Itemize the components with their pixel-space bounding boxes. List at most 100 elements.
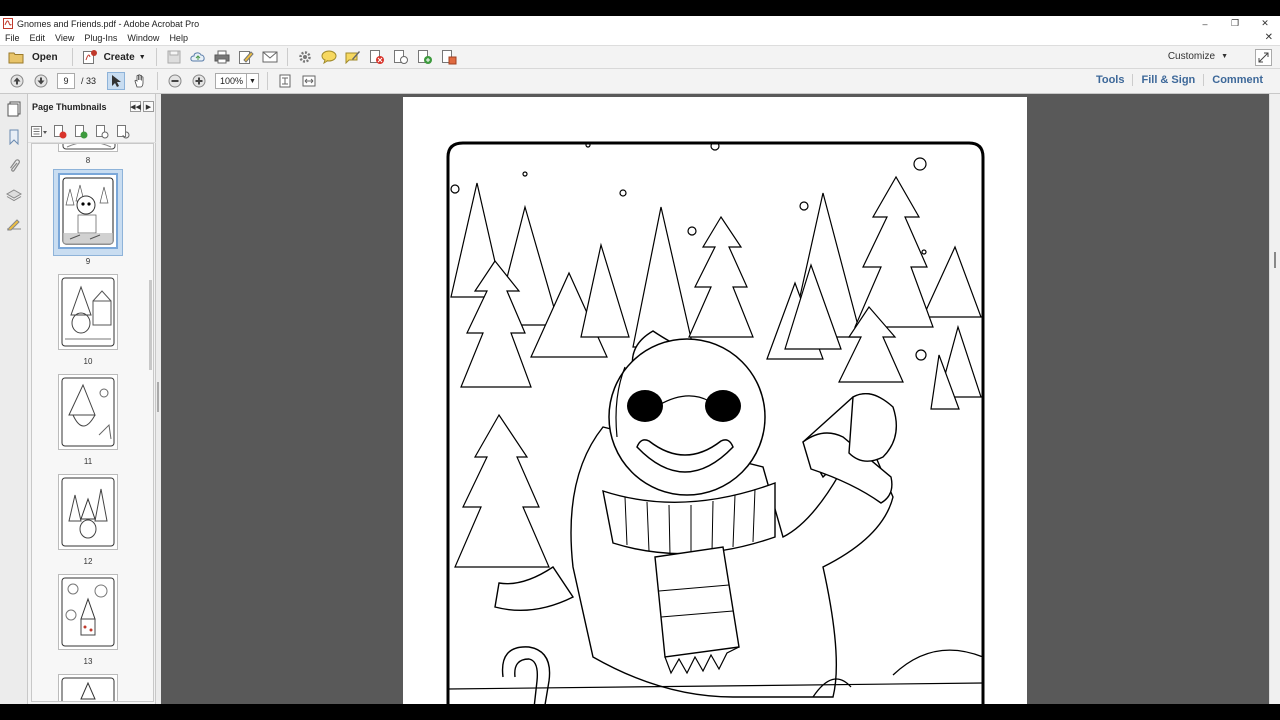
chevron-down-icon: ▼ xyxy=(138,53,146,61)
chevron-down-icon: ▼ xyxy=(1221,53,1228,60)
acrobat-pdf-icon xyxy=(3,18,13,29)
thumbnail-label: 8 xyxy=(85,156,91,165)
main-toolbar: Open Create ▼ Customize ▼ xyxy=(0,45,1280,69)
folder-icon xyxy=(8,52,24,64)
panel-header: Page Thumbnails ◀◀ ▶ xyxy=(28,94,156,120)
page-properties-icon[interactable] xyxy=(392,48,410,66)
thumbnail-label: 13 xyxy=(83,657,93,666)
thumbnail-label: 10 xyxy=(83,357,93,366)
panel-header-buttons: ◀◀ ▶ xyxy=(130,101,154,112)
customize-label: Customize xyxy=(1167,51,1216,62)
page-properties-icon[interactable] xyxy=(93,124,111,140)
pdf-page[interactable] xyxy=(403,97,1027,704)
menu-edit[interactable]: Edit xyxy=(30,33,46,43)
page-thumbnails-panel: Page Thumbnails ◀◀ ▶ 8 9 10 11 12 13 xyxy=(28,94,156,704)
zoom-out-icon[interactable] xyxy=(166,72,184,90)
toolbar-separator xyxy=(71,48,73,66)
delete-page-icon[interactable] xyxy=(368,48,386,66)
insert-page-icon[interactable] xyxy=(416,48,434,66)
toolbar-separator xyxy=(157,72,159,90)
full-screen-button[interactable] xyxy=(1255,49,1272,66)
document-scrollbar[interactable] xyxy=(1269,94,1280,704)
toolbar-separator xyxy=(155,48,157,66)
open-button[interactable]: Open xyxy=(4,46,62,68)
thumbnail-label: 11 xyxy=(83,457,93,466)
navigation-toolbar: 9 / 33 100% ▼ Tools Fill & Sign Comment xyxy=(0,69,1280,94)
layers-icon[interactable] xyxy=(5,186,23,204)
close-window-button[interactable]: ✕ xyxy=(1250,16,1280,31)
document-view xyxy=(161,94,1269,704)
window-title: Gnomes and Friends.pdf - Adobe Acrobat P… xyxy=(17,18,200,29)
save-icon[interactable] xyxy=(165,48,183,66)
thumbnail-page-12[interactable] xyxy=(58,474,118,550)
page-thumbnails-icon[interactable] xyxy=(5,100,23,118)
thumbnail-page-14[interactable] xyxy=(58,674,118,701)
collapse-panel-icon[interactable]: ◀◀ xyxy=(130,101,141,112)
thumbnail-label: 9 xyxy=(85,257,91,266)
fit-page-icon[interactable] xyxy=(276,72,294,90)
thumbnail-page-13[interactable] xyxy=(58,574,118,650)
insert-pages-icon[interactable] xyxy=(72,124,90,140)
window-controls: – ❐ ✕ xyxy=(1190,16,1280,31)
thumbnail-label: 12 xyxy=(83,557,93,566)
thumbnail-scrollbar[interactable] xyxy=(149,280,152,370)
customize-dropdown[interactable]: Customize ▼ xyxy=(1168,51,1228,62)
delete-pages-icon[interactable] xyxy=(51,124,69,140)
title-bar: Gnomes and Friends.pdf - Adobe Acrobat P… xyxy=(0,16,1280,31)
print-icon[interactable] xyxy=(213,48,231,66)
bookmarks-icon[interactable] xyxy=(5,128,23,146)
top-black-border xyxy=(0,0,1280,16)
create-label: Create xyxy=(103,51,135,63)
panel-title: Page Thumbnails xyxy=(32,102,107,112)
fit-width-icon[interactable] xyxy=(300,72,318,90)
tools-link[interactable]: Tools xyxy=(1088,74,1133,86)
minimize-button[interactable]: – xyxy=(1190,16,1220,31)
close-document-icon[interactable]: ✕ xyxy=(1265,32,1273,43)
expand-icon xyxy=(1258,52,1269,63)
fill-sign-link[interactable]: Fill & Sign xyxy=(1132,74,1203,86)
thumbnail-page-10[interactable] xyxy=(58,274,118,350)
previous-page-icon[interactable] xyxy=(8,72,26,90)
edit-document-icon[interactable] xyxy=(237,48,255,66)
email-icon[interactable] xyxy=(261,48,279,66)
menu-plugins[interactable]: Plug-Ins xyxy=(84,33,117,43)
select-tool-icon[interactable] xyxy=(107,72,126,90)
thumbnail-page-9[interactable] xyxy=(58,173,118,249)
menu-bar: File Edit View Plug-Ins Window Help ✕ xyxy=(0,31,1280,45)
settings-gear-icon[interactable] xyxy=(296,48,314,66)
panel-options-icon[interactable]: ▶ xyxy=(143,101,154,112)
restore-button[interactable]: ❐ xyxy=(1220,16,1250,31)
cloud-upload-icon[interactable] xyxy=(189,48,207,66)
thumbnail-page-11[interactable] xyxy=(58,374,118,450)
stamp-page-icon[interactable] xyxy=(440,48,458,66)
rotate-page-icon[interactable] xyxy=(114,124,132,140)
toolbar-separator xyxy=(267,72,269,90)
scrollbar-thumb[interactable] xyxy=(1274,252,1276,268)
thumbnail-tools xyxy=(28,121,156,143)
attachments-icon[interactable] xyxy=(5,157,23,175)
next-page-icon[interactable] xyxy=(32,72,50,90)
zoom-dropdown-icon[interactable]: ▼ xyxy=(247,73,260,89)
coloring-page-illustration xyxy=(446,141,985,704)
comment-bubble-icon[interactable] xyxy=(320,48,338,66)
create-button[interactable]: Create ▼ xyxy=(78,46,150,68)
thumbnail-options-icon[interactable] xyxy=(30,124,48,140)
comment-link[interactable]: Comment xyxy=(1203,74,1271,86)
create-pdf-icon xyxy=(82,50,97,64)
thumbnail-page-8[interactable] xyxy=(58,144,118,152)
zoom-in-icon[interactable] xyxy=(190,72,208,90)
menu-window[interactable]: Window xyxy=(127,33,159,43)
bottom-black-border xyxy=(0,704,1280,720)
zoom-level-input[interactable]: 100% xyxy=(215,73,248,89)
signatures-icon[interactable] xyxy=(5,215,23,233)
open-label: Open xyxy=(32,51,58,63)
splitter-grip[interactable] xyxy=(157,382,159,412)
highlight-comment-icon[interactable] xyxy=(344,48,362,66)
menu-file[interactable]: File xyxy=(5,33,20,43)
navigation-rail xyxy=(0,94,28,704)
hand-tool-icon[interactable] xyxy=(131,72,149,90)
toolbar-separator xyxy=(286,48,288,66)
page-number-input[interactable]: 9 xyxy=(57,73,75,89)
menu-view[interactable]: View xyxy=(55,33,74,43)
menu-help[interactable]: Help xyxy=(169,33,188,43)
